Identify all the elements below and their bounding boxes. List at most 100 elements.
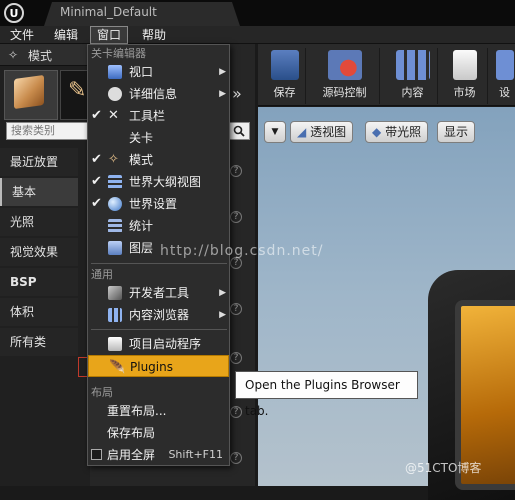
modes-tab-icon: ✧ (8, 48, 19, 62)
menu-item-levels[interactable]: 关卡 (88, 127, 229, 149)
help-icon[interactable]: ? (230, 406, 242, 418)
category-basic[interactable]: 基本 (0, 178, 78, 206)
menu-bar: 文件 编辑 窗口 帮助 (0, 26, 515, 44)
menu-item-label: 项目启动程序 (129, 337, 202, 351)
category-lights[interactable]: 光照 (0, 208, 78, 236)
outliner-list-icon (108, 175, 122, 189)
search-icon[interactable] (228, 122, 250, 140)
help-icon[interactable]: ? (230, 211, 242, 223)
viewport-options-button[interactable]: ▼ (264, 121, 286, 143)
category-search-input[interactable]: 搜索类别 (6, 122, 90, 140)
section-layout: 布局 (91, 386, 113, 399)
menu-item-label: 工具栏 (129, 109, 166, 123)
section-general: 通用 (91, 268, 113, 281)
check-mark-icon: ✔ (91, 196, 102, 211)
submenu-arrow-icon: ▶ (219, 89, 226, 99)
check-mark-icon: ✔ (91, 174, 102, 189)
menu-item-world-settings[interactable]: ✔ 世界设置 (88, 193, 229, 215)
perspective-label: 透视图 (310, 125, 347, 139)
menu-item-statistics[interactable]: 统计 (88, 215, 229, 237)
menu-item-modes[interactable]: ✔ ✧ 模式 (88, 149, 229, 171)
help-icon[interactable]: ? (230, 452, 242, 464)
chevron-down-icon: ▼ (271, 127, 279, 137)
menu-item-label: 统计 (129, 219, 154, 233)
category-recent[interactable]: 最近放置 (0, 148, 78, 176)
check-mark-icon: ✔ (91, 152, 102, 167)
menu-item-save-layout[interactable]: 保存布局 (88, 422, 229, 444)
toolbar-expand-icon[interactable]: » (232, 84, 242, 103)
menu-item-developer-tools[interactable]: 开发者工具 ▶ (88, 282, 229, 304)
lit-sphere-icon: ◆ (372, 125, 382, 139)
menu-item-label: Plugins (130, 360, 173, 374)
content-button[interactable]: 内容 (388, 48, 438, 104)
menu-item-project-launcher[interactable]: 项目启动程序 (88, 333, 229, 355)
help-icon[interactable]: ? (230, 165, 242, 177)
menu-item-label: 世界设置 (129, 197, 178, 211)
cube-icon (14, 74, 44, 110)
settings-button-label: 设 (499, 86, 510, 99)
menu-divider (91, 263, 227, 264)
menu-item-label: 内容浏览器 (129, 308, 190, 322)
category-all-classes[interactable]: 所有类 (0, 328, 78, 356)
show-button[interactable]: 显示 (437, 121, 476, 143)
settings-button[interactable]: 设 (494, 48, 515, 104)
menu-item-label: 世界大纲视图 (129, 175, 202, 189)
statistics-icon (108, 219, 122, 233)
menu-item-label: 模式 (129, 153, 154, 167)
source-control-label: 源码控制 (322, 86, 367, 99)
menu-item-label: 详细信息 (129, 87, 178, 101)
submenu-arrow-icon: ▶ (219, 310, 226, 320)
blog-watermark: http://blog.csdn.net/ (160, 243, 324, 259)
source-control-icon (327, 50, 362, 80)
menu-file[interactable]: 文件 (4, 26, 40, 44)
menu-item-reset-layout[interactable]: 重置布局... (88, 400, 229, 422)
menu-window[interactable]: 窗口 (90, 26, 129, 44)
menu-item-label: 开发者工具 (129, 286, 190, 300)
wrench-icon: ✕ (108, 108, 119, 123)
developer-tools-icon (108, 286, 122, 300)
menu-item-label: 关卡 (129, 131, 154, 145)
menu-item-label: 重置布局... (107, 404, 167, 418)
source-control-button[interactable]: 源码控制 (310, 48, 380, 104)
help-icon[interactable]: ? (230, 352, 242, 364)
project-launcher-icon (108, 337, 122, 351)
brush-icon: ✎ (68, 78, 87, 103)
category-visual-effects[interactable]: 视觉效果 (0, 238, 78, 266)
menu-item-plugins[interactable]: 🪶 Plugins (88, 355, 229, 377)
menu-item-toolbar[interactable]: ✔ ✕ 工具栏 (88, 105, 229, 127)
menu-item-label: 图层 (129, 241, 154, 255)
modes-icon: ✧ (108, 152, 119, 167)
check-mark-icon: ✔ (91, 108, 102, 123)
category-bsp[interactable]: BSP (0, 268, 78, 296)
marketplace-button-label: 市场 (453, 86, 476, 99)
lit-label: 带光照 (385, 125, 422, 139)
marketplace-bag-icon (452, 50, 477, 80)
corner-watermark: @51CTO博客 (405, 461, 482, 475)
menu-item-content-browser[interactable]: 内容浏览器 ▶ (88, 304, 229, 326)
content-browser-icon (108, 308, 122, 322)
unreal-logo-icon[interactable]: U (4, 3, 24, 23)
menu-item-viewport[interactable]: 视口 ▶ (88, 61, 229, 83)
marketplace-button[interactable]: 市场 (442, 48, 488, 104)
save-button[interactable]: 保存 (264, 48, 306, 104)
viewport-icon (108, 65, 122, 79)
menu-item-details[interactable]: 详细信息 ▶ (88, 83, 229, 105)
perspective-button[interactable]: ◢ 透视图 (290, 121, 354, 143)
section-level-editor: 关卡编辑器 (91, 47, 146, 60)
menu-item-label: 保存布局 (107, 426, 156, 440)
category-volumes[interactable]: 体积 (0, 298, 78, 326)
menu-item-world-outliner[interactable]: ✔ 世界大纲视图 (88, 171, 229, 193)
submenu-arrow-icon: ▶ (219, 67, 226, 77)
menu-item-fullscreen[interactable]: 启用全屏 Shift+F11 (88, 444, 229, 466)
menu-item-label: 启用全屏 (107, 448, 156, 462)
plugins-tooltip: Open the Plugins Browser tab. (235, 371, 418, 418)
content-grid-icon (395, 50, 430, 80)
layers-icon (108, 241, 122, 255)
modes-panel-title: 模式 (28, 49, 53, 63)
fullscreen-checkbox[interactable] (91, 449, 102, 460)
menu-edit[interactable]: 编辑 (48, 26, 84, 44)
menu-help[interactable]: 帮助 (136, 26, 172, 44)
help-icon[interactable]: ? (230, 303, 242, 315)
lit-button[interactable]: ◆ 带光照 (365, 121, 429, 143)
shortcut-label: Shift+F11 (168, 448, 223, 461)
